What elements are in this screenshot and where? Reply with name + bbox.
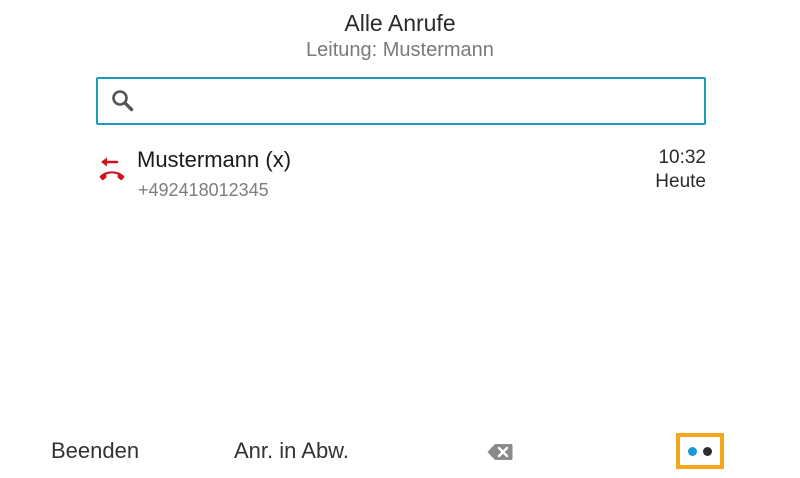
more-icon (688, 447, 697, 456)
call-list-item[interactable]: Mustermann (x) +492418012345 10:32 Heute (96, 140, 706, 210)
header: Alle Anrufe Leitung: Mustermann (0, 8, 800, 62)
caller-number: +492418012345 (138, 180, 269, 200)
caller-name: Mustermann (x) (137, 147, 292, 172)
divert-call-button[interactable]: Anr. in Abw. (234, 438, 349, 464)
search-input[interactable] (144, 83, 698, 121)
call-time: 10:32 (658, 147, 706, 168)
backspace-icon[interactable] (486, 442, 514, 462)
line-subtitle: Leitung: Mustermann (306, 39, 494, 61)
more-icon-dot (703, 447, 712, 456)
end-button[interactable]: Beenden (51, 438, 139, 464)
search-icon (110, 88, 136, 114)
search-box[interactable] (96, 77, 706, 125)
more-button[interactable] (676, 433, 724, 469)
missed-call-icon (96, 154, 128, 186)
softkey-bar: Beenden Anr. in Abw. (0, 428, 800, 478)
call-date: Heute (655, 171, 706, 192)
page-title: Alle Anrufe (344, 10, 456, 36)
